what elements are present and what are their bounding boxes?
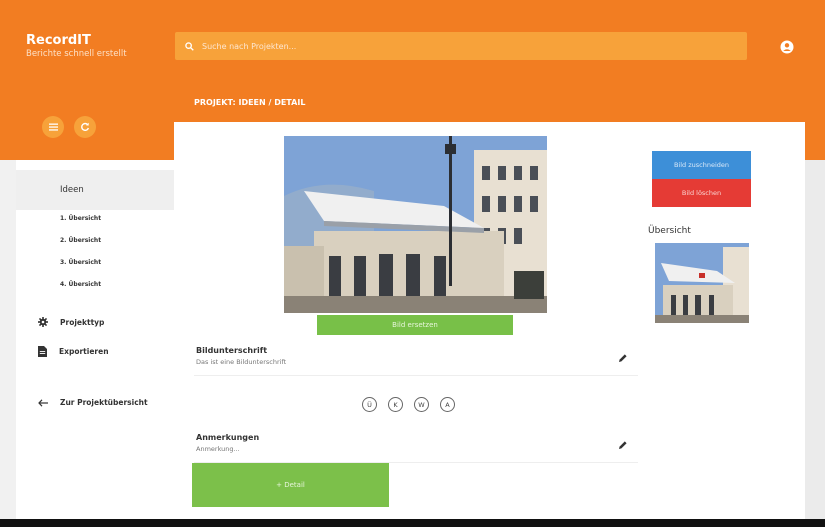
- sidebar-item-label: Ideen: [60, 185, 84, 195]
- app-title[interactable]: RecordIT: [26, 33, 91, 48]
- notes-label: Anmerkungen: [196, 433, 260, 442]
- user-account-icon[interactable]: [780, 40, 794, 54]
- sidebar-item-label: Projekttyp: [60, 317, 105, 327]
- sidebar-item-back[interactable]: Zur Projektübersicht: [38, 398, 148, 407]
- breadcrumb: PROJEKT: IDEEN / DETAIL: [194, 98, 306, 107]
- search-icon: [185, 41, 194, 51]
- list-icon: [48, 123, 58, 131]
- refresh-button[interactable]: [74, 116, 96, 138]
- search-bar[interactable]: [175, 32, 747, 60]
- page-background: [805, 160, 825, 519]
- building-thumbnail: [655, 243, 749, 323]
- marker-group: Ü K W A: [362, 397, 455, 412]
- document-icon: [38, 346, 47, 357]
- crop-image-button[interactable]: Bild zuschneiden: [652, 151, 751, 179]
- bottom-bar: [0, 519, 825, 527]
- caption-label: Bildunterschrift: [196, 346, 268, 355]
- replace-image-button[interactable]: Bild ersetzen: [317, 315, 513, 335]
- refresh-icon: [81, 122, 90, 131]
- gear-icon: [38, 317, 48, 327]
- overview-thumbnail[interactable]: [655, 243, 749, 323]
- marker-k[interactable]: K: [388, 397, 403, 412]
- main-image: [284, 136, 547, 313]
- delete-image-button[interactable]: Bild löschen: [652, 179, 751, 207]
- marker-w[interactable]: W: [414, 397, 429, 412]
- edit-pencil-icon[interactable]: [618, 440, 628, 450]
- sidebar-item-label: Exportieren: [59, 347, 109, 356]
- notes-field[interactable]: Anmerkungen: [194, 430, 638, 463]
- caption-field[interactable]: Bildunterschrift Das ist eine Bildunters…: [194, 343, 638, 376]
- marker-u[interactable]: Ü: [362, 397, 377, 412]
- edit-pencil-icon[interactable]: [618, 353, 628, 363]
- search-input[interactable]: [200, 40, 704, 52]
- sidebar-item-project-type[interactable]: Projekttyp: [38, 317, 104, 327]
- sidebar: Ideen 1. Übersicht 2. Übersicht 3. Übers…: [16, 160, 174, 520]
- overview-title: Übersicht: [648, 226, 691, 236]
- detail-card: Bild ersetzen Bildunterschrift Das ist e…: [174, 122, 805, 520]
- app-subtitle: Berichte schnell erstellt: [26, 49, 127, 59]
- sidebar-subitem-3[interactable]: 3. Übersicht: [60, 259, 101, 266]
- sidebar-subitem-4[interactable]: 4. Übersicht: [60, 281, 101, 288]
- marker-a[interactable]: A: [440, 397, 455, 412]
- menu-button[interactable]: [42, 116, 64, 138]
- sidebar-subitem-2[interactable]: 2. Übersicht: [60, 237, 101, 244]
- sidebar-item-ideas[interactable]: Ideen: [16, 170, 174, 210]
- caption-value: Das ist eine Bildunterschrift: [196, 358, 287, 366]
- add-detail-button[interactable]: + Detail: [192, 463, 389, 507]
- sidebar-subitem-1[interactable]: 1. Übersicht: [60, 215, 101, 222]
- sidebar-item-label: Zur Projektübersicht: [60, 398, 148, 407]
- building-photo: [284, 136, 547, 313]
- notes-input[interactable]: [196, 445, 576, 453]
- arrow-left-icon: [38, 398, 48, 407]
- sidebar-item-export[interactable]: Exportieren: [38, 346, 109, 357]
